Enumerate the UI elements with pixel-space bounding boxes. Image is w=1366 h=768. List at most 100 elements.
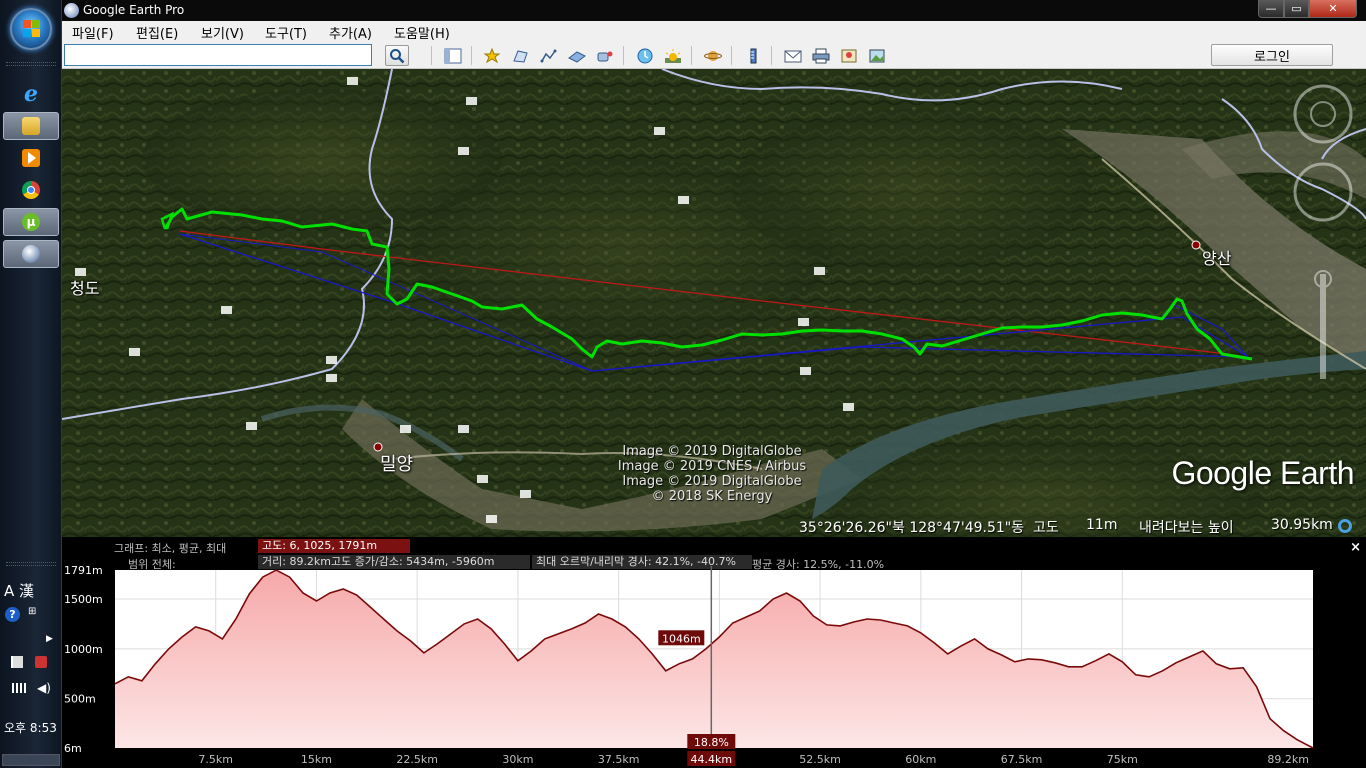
taskbar-grip	[6, 62, 56, 66]
language-bar[interactable]: A 漢	[4, 580, 34, 601]
x-tick-label: 67.5km	[1001, 753, 1043, 766]
toolbar-separator	[431, 46, 432, 65]
chrome-icon	[22, 181, 40, 199]
toolbar-separator	[691, 46, 692, 65]
streaming-indicator-icon	[1338, 519, 1352, 533]
menu-help[interactable]: 도움말(H)	[394, 23, 450, 42]
taskbar-app-explorer[interactable]	[3, 112, 59, 140]
print-button[interactable]	[809, 45, 833, 66]
menu-file[interactable]: 파일(F)	[72, 23, 114, 42]
taskbar-app-media-player[interactable]	[3, 144, 59, 172]
google-earth-app-icon	[64, 3, 79, 18]
usb-remove-icon[interactable]	[35, 656, 47, 668]
minimize-icon: —	[1265, 2, 1277, 15]
x-tick-label: 22.5km	[396, 753, 438, 766]
add-placemark-button[interactable]	[481, 45, 505, 66]
toolbar-separator	[771, 46, 772, 65]
save-image-button[interactable]	[865, 45, 889, 66]
x-tick-label: 60km	[905, 753, 936, 766]
add-path-button[interactable]	[537, 45, 561, 66]
x-tick-label: 89.2km	[1267, 753, 1309, 766]
close-profile-icon[interactable]: ×	[1350, 540, 1361, 555]
x-tick-label: 75km	[1107, 753, 1138, 766]
ruler-button[interactable]	[741, 45, 765, 66]
taskbar-app-google-earth[interactable]	[3, 240, 59, 268]
menu-edit[interactable]: 편집(E)	[136, 23, 178, 42]
help-icon[interactable]: ?	[5, 607, 20, 622]
altitude-label: 고도	[1033, 520, 1059, 536]
elevation-profile-panel: 그래프: 최소, 평균, 최대 고도: 6, 1025, 1791m 범위 전체…	[62, 537, 1366, 768]
desktop: e µ A 漢 ? ⊞ ▶ ◀) 오후 8:53 Google Earth Pr…	[0, 0, 1366, 768]
x-axis-ticks: 7.5km 15km 22.5km 30km 37.5km 52.5km 60km 67.5k…	[198, 753, 1309, 766]
tour-icon	[597, 51, 613, 61]
y-tick-label: 1500m	[64, 593, 103, 606]
x-tick-label: 7.5km	[198, 753, 233, 766]
historical-imagery-button[interactable]	[633, 45, 657, 66]
elevation-chart[interactable]: 1791m 1500m 1000m 500m 6m 7.5km 15km 22.5km 30k…	[62, 566, 1366, 768]
network-icon[interactable]	[12, 683, 26, 693]
action-center-flag-icon[interactable]	[11, 656, 23, 668]
copyright-line: © 2018 SK Energy	[651, 489, 773, 504]
y-tick-label: 500m	[64, 693, 96, 706]
toolbar-separator	[731, 46, 732, 65]
graph-value: 고도: 6, 1025, 1791m	[258, 539, 410, 553]
search-button[interactable]	[385, 45, 409, 66]
show-desktop-button[interactable]	[2, 754, 60, 766]
ime-options-icon[interactable]: ⊞	[28, 606, 36, 617]
place-label-cheongdo[interactable]: 청도	[70, 275, 99, 299]
copyright-line: Image © 2019 CNES / Airbus	[617, 459, 807, 474]
map-view[interactable]: 청도 양산 밀양 Image © 2019 DigitalGlobe Image…	[62, 69, 1366, 537]
x-tick-label: 30km	[502, 753, 533, 766]
taskbar-grip	[6, 562, 56, 566]
path-icon	[540, 49, 557, 62]
taskbar-app-utorrent[interactable]: µ	[3, 208, 59, 236]
close-icon: ✕	[1328, 2, 1338, 15]
sunlight-button[interactable]	[661, 45, 685, 66]
windows-logo-icon	[23, 20, 41, 38]
eye-altitude-label: 내려다보는 높이	[1139, 520, 1234, 536]
switch-planet-button[interactable]	[701, 45, 725, 66]
ruler-icon	[750, 48, 757, 63]
minimize-button[interactable]: —	[1258, 0, 1284, 18]
ie-icon: e	[24, 81, 38, 107]
placemark-icon	[484, 47, 501, 63]
add-polygon-button[interactable]	[509, 45, 533, 66]
search-input[interactable]	[64, 44, 372, 66]
y-tick-label: 1000m	[64, 643, 103, 656]
view-in-maps-button[interactable]	[837, 45, 861, 66]
x-tick-label: 15km	[301, 753, 332, 766]
view-in-maps-icon	[841, 49, 857, 62]
explorer-icon	[22, 117, 40, 135]
x-tick-label: 52.5km	[799, 753, 841, 766]
taskbar-app-chrome[interactable]	[3, 176, 59, 204]
menu-tools[interactable]: 도구(T)	[265, 23, 307, 42]
clock[interactable]: 오후 8:53	[4, 719, 57, 736]
add-overlay-button[interactable]	[565, 45, 589, 66]
search-icon	[390, 48, 405, 63]
taskbar-app-ie[interactable]: e	[3, 80, 59, 108]
menu-add[interactable]: 추가(A)	[329, 23, 372, 42]
google-earth-logo: Google Earth	[1171, 455, 1354, 491]
menu-view[interactable]: 보기(V)	[201, 23, 244, 42]
taskbar: e µ A 漢 ? ⊞ ▶ ◀) 오후 8:53	[0, 0, 62, 768]
graph-label: 그래프: 최소, 평균, 최대	[114, 542, 227, 555]
record-tour-button[interactable]	[593, 45, 617, 66]
eye-altitude-value: 30.95km	[1271, 517, 1333, 533]
login-button[interactable]: 로그인	[1211, 44, 1333, 66]
volume-icon[interactable]: ◀)	[37, 681, 51, 695]
sidebar-toggle-button[interactable]	[441, 45, 465, 66]
place-label-miryang[interactable]: 밀양	[380, 450, 413, 476]
place-label-yangsan[interactable]: 양산	[1202, 245, 1231, 269]
start-button[interactable]	[10, 8, 52, 50]
window-title: Google Earth Pro	[83, 3, 185, 17]
cursor-distance-label: 44.4km	[691, 753, 733, 766]
close-button[interactable]: ✕	[1309, 0, 1357, 18]
email-button[interactable]	[781, 45, 805, 66]
toolbar-separator	[471, 46, 472, 65]
tray-expand-icon[interactable]: ▶	[46, 634, 53, 644]
maximize-button[interactable]: ▭	[1284, 0, 1309, 18]
coordinates: 35°26'26.26"북 128°47'49.51"동	[799, 520, 1025, 536]
email-icon	[784, 50, 802, 62]
imagery-copyright: Image © 2019 DigitalGlobe Image © 2019 C…	[602, 444, 822, 504]
history-icon	[637, 48, 653, 63]
